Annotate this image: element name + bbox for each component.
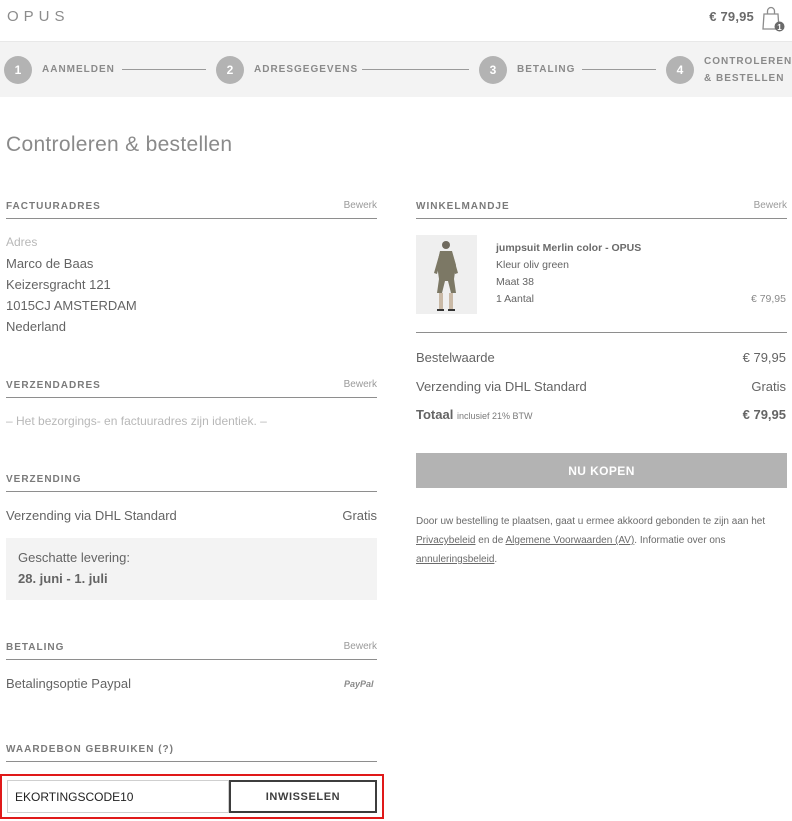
redeem-voucher-button[interactable]: INWISSELEN: [229, 780, 377, 813]
voucher-title[interactable]: WAARDEBON GEBRUIKEN (?): [6, 744, 174, 755]
product-price: € 79,95: [750, 293, 786, 305]
cart-title: WINKELMANDJE: [416, 201, 510, 212]
step-2-label[interactable]: ADRESGEGEVENS: [254, 64, 358, 75]
cart-shipping-label: Verzending via DHL Standard: [416, 379, 587, 394]
legal-notice: Door uw bestelling te plaatsen, gaat u e…: [416, 512, 788, 569]
voucher-section-header: WAARDEBON GEBRUIKEN (?): [6, 739, 377, 762]
legal-text-2: en de: [475, 535, 506, 546]
billing-title: FACTUURADRES: [6, 201, 101, 212]
cart-total: € 79,95: [709, 9, 754, 24]
shipping-address-title: VERZENDADRES: [6, 380, 101, 391]
buy-now-button[interactable]: NU KOPEN: [416, 453, 787, 488]
shipping-title: VERZENDING: [6, 474, 82, 485]
payment-edit-link[interactable]: Bewerk: [344, 641, 377, 652]
billing-street: Keizersgracht 121: [6, 277, 111, 292]
legal-text-1: Door uw bestelling te plaatsen, gaat u e…: [416, 516, 766, 527]
step-4-label-line1: CONTROLEREN: [704, 56, 792, 67]
opus-logo[interactable]: OPUS: [7, 9, 87, 23]
shipping-address-note: – Het bezorgings- en factuuradres zijn i…: [6, 414, 267, 428]
delivery-estimate-box: Geschatte levering: 28. juni - 1. juli: [6, 538, 377, 600]
billing-address-label: Adres: [6, 235, 38, 249]
cart-shipping-value: Gratis: [751, 379, 786, 394]
product-name[interactable]: jumpsuit Merlin color - OPUS: [496, 242, 641, 254]
product-color: Kleur oliv green: [496, 259, 569, 271]
step-connector: [362, 69, 469, 70]
cart-section-header: WINKELMANDJE Bewerk: [416, 196, 787, 219]
billing-section-header: FACTUURADRES Bewerk: [6, 196, 377, 219]
cancellation-policy-link[interactable]: annuleringsbeleid: [416, 554, 494, 565]
step-3-number[interactable]: 3: [479, 56, 507, 84]
billing-name: Marco de Baas: [6, 256, 94, 271]
shipping-method: Verzending via DHL Standard: [6, 508, 177, 523]
total-vat-note: inclusief 21% BTW: [456, 411, 533, 421]
total-value: € 79,95: [742, 407, 786, 422]
total-label: Totaal inclusief 21% BTW: [416, 407, 532, 422]
cart-edit-link[interactable]: Bewerk: [754, 200, 787, 211]
shopping-bag-icon[interactable]: 1: [761, 6, 785, 32]
step-3-label[interactable]: BETALING: [517, 64, 575, 75]
legal-text-4: .: [494, 554, 498, 565]
step-2-number[interactable]: 2: [216, 56, 244, 84]
shipping-price: Gratis: [342, 508, 377, 523]
svg-text:1: 1: [777, 23, 782, 32]
delivery-estimate-value: 28. juni - 1. juli: [18, 571, 108, 586]
subtotal-value: € 79,95: [742, 350, 786, 365]
step-connector: [122, 69, 206, 70]
page-title: Controleren & bestellen: [6, 133, 233, 156]
billing-country: Nederland: [6, 319, 66, 334]
checkout-steps: 1 AANMELDEN 2 ADRESGEGEVENS 3 BETALING 4…: [0, 42, 792, 97]
step-4-number: 4: [666, 56, 694, 84]
voucher-code-input[interactable]: [7, 780, 229, 813]
billing-city: 1015CJ AMSTERDAM: [6, 298, 137, 313]
payment-section-header: BETALING Bewerk: [6, 637, 377, 660]
step-1-number[interactable]: 1: [4, 56, 32, 84]
shipping-address-section-header: VERZENDADRES Bewerk: [6, 375, 377, 398]
product-quantity: 1 Aantal: [496, 293, 534, 305]
delivery-estimate-label: Geschatte levering:: [18, 550, 131, 565]
product-thumbnail[interactable]: [416, 235, 477, 314]
payment-title: BETALING: [6, 642, 65, 653]
step-connector: [582, 69, 656, 70]
step-4-label-line2: & BESTELLEN: [704, 73, 785, 84]
subtotal-label: Bestelwaarde: [416, 350, 495, 365]
shipping-section-header: VERZENDING: [6, 469, 377, 492]
step-1-label[interactable]: AANMELDEN: [42, 64, 115, 75]
cart-divider: [416, 332, 787, 333]
terms-link[interactable]: Algemene Voorwaarden (AV): [506, 535, 635, 546]
shipping-address-edit-link[interactable]: Bewerk: [344, 379, 377, 390]
product-size: Maat 38: [496, 276, 534, 288]
payment-method: Betalingsoptie Paypal: [6, 676, 132, 691]
paypal-logo: PayPal: [344, 679, 374, 689]
svg-text:OPUS: OPUS: [7, 9, 70, 23]
site-header: OPUS € 79,95 1: [0, 0, 792, 42]
privacy-policy-link[interactable]: Privacybeleid: [416, 535, 475, 546]
billing-edit-link[interactable]: Bewerk: [344, 200, 377, 211]
legal-text-3: . Informatie over ons: [634, 535, 726, 546]
total-label-text: Totaal: [416, 407, 454, 422]
